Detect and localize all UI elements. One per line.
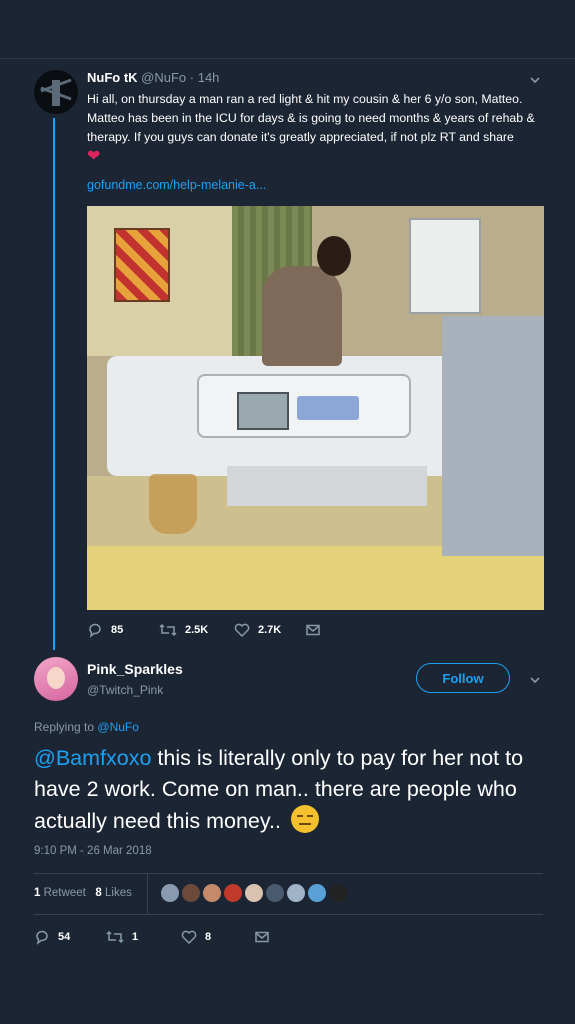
like-total: 8	[95, 887, 102, 899]
replying-prefix: Replying to	[34, 720, 95, 734]
tweet-text: Hi all, on thursday a man ran a red ligh…	[87, 90, 547, 167]
envelope-icon	[306, 624, 320, 636]
divider	[34, 914, 543, 915]
retweet-count: 1	[132, 931, 139, 943]
author-name[interactable]: NuFo tK	[87, 70, 138, 85]
likes-stat[interactable]: 8 Likes	[95, 887, 131, 899]
retweet-total: 1	[34, 887, 41, 899]
reply-button[interactable]: 85	[87, 622, 123, 638]
heart-icon	[234, 623, 250, 638]
mention-link[interactable]: @Bamfxoxo	[34, 746, 151, 770]
direct-message-button[interactable]	[305, 622, 321, 638]
timestamp[interactable]: 9:10 PM - 26 Mar 2018	[34, 845, 152, 857]
reply-icon	[36, 930, 48, 945]
liker-avatar[interactable]	[160, 883, 180, 903]
tweet-header: NuFo tK @NuFo · 14h	[87, 70, 219, 85]
liker-avatar[interactable]	[265, 883, 285, 903]
expressionless-face-emoji	[290, 805, 319, 833]
replying-to-link[interactable]: @NuFo	[97, 720, 139, 734]
author-name[interactable]: Pink_Sparkles	[87, 661, 183, 677]
divider	[34, 873, 543, 874]
liker-avatar[interactable]	[202, 883, 222, 903]
like-button[interactable]: 8	[181, 929, 211, 945]
reply-count: 85	[111, 624, 124, 636]
tweet-text: @Bamfxoxo this is literally only to pay …	[34, 743, 554, 837]
like-stat-label: Likes	[105, 887, 132, 899]
tweet-stats: 1 Retweet 8 Likes	[34, 887, 132, 899]
retweet-stat-label: Retweet	[43, 887, 86, 899]
thread-line	[53, 118, 55, 650]
reply-button[interactable]: 54	[34, 929, 70, 945]
retweet-icon	[106, 930, 124, 944]
liker-avatar[interactable]	[286, 883, 306, 903]
retweets-stat[interactable]: 1 Retweet	[34, 887, 86, 899]
replying-to: Replying to @NuFo	[34, 720, 139, 734]
chevron-down-icon[interactable]	[529, 674, 541, 686]
author-meta: @NuFo · 14h	[141, 70, 220, 85]
retweet-button[interactable]: 1	[106, 929, 138, 945]
heart-icon	[181, 930, 197, 945]
gofundme-link[interactable]: gofundme.com/help-melanie-a...	[87, 178, 266, 192]
reply-count: 54	[58, 931, 71, 943]
liker-avatar[interactable]	[328, 883, 348, 903]
liker-avatar[interactable]	[223, 883, 243, 903]
like-count: 2.7K	[258, 624, 282, 636]
follow-button[interactable]: Follow	[416, 663, 510, 693]
direct-message-button[interactable]	[254, 929, 270, 945]
avatar[interactable]	[34, 657, 78, 701]
liker-avatar[interactable]	[181, 883, 201, 903]
retweet-icon	[159, 623, 177, 637]
author-handle[interactable]: @Twitch_Pink	[87, 683, 163, 697]
heart-emoji: ❤	[87, 148, 101, 165]
envelope-icon	[255, 931, 269, 943]
avatar[interactable]	[34, 70, 78, 114]
top-bar	[0, 0, 575, 59]
retweet-button[interactable]: 2.5K	[159, 622, 208, 638]
like-count: 8	[205, 931, 212, 943]
stats-separator	[147, 874, 148, 914]
liker-avatar[interactable]	[244, 883, 264, 903]
reply-icon	[89, 623, 101, 638]
like-button[interactable]: 2.7K	[234, 622, 281, 638]
tweet-photo[interactable]	[87, 206, 544, 610]
liker-avatar[interactable]	[307, 883, 327, 903]
tweet-body: Hi all, on thursday a man ran a red ligh…	[87, 92, 535, 144]
chevron-down-icon[interactable]	[529, 74, 541, 86]
retweet-count: 2.5K	[185, 624, 209, 636]
